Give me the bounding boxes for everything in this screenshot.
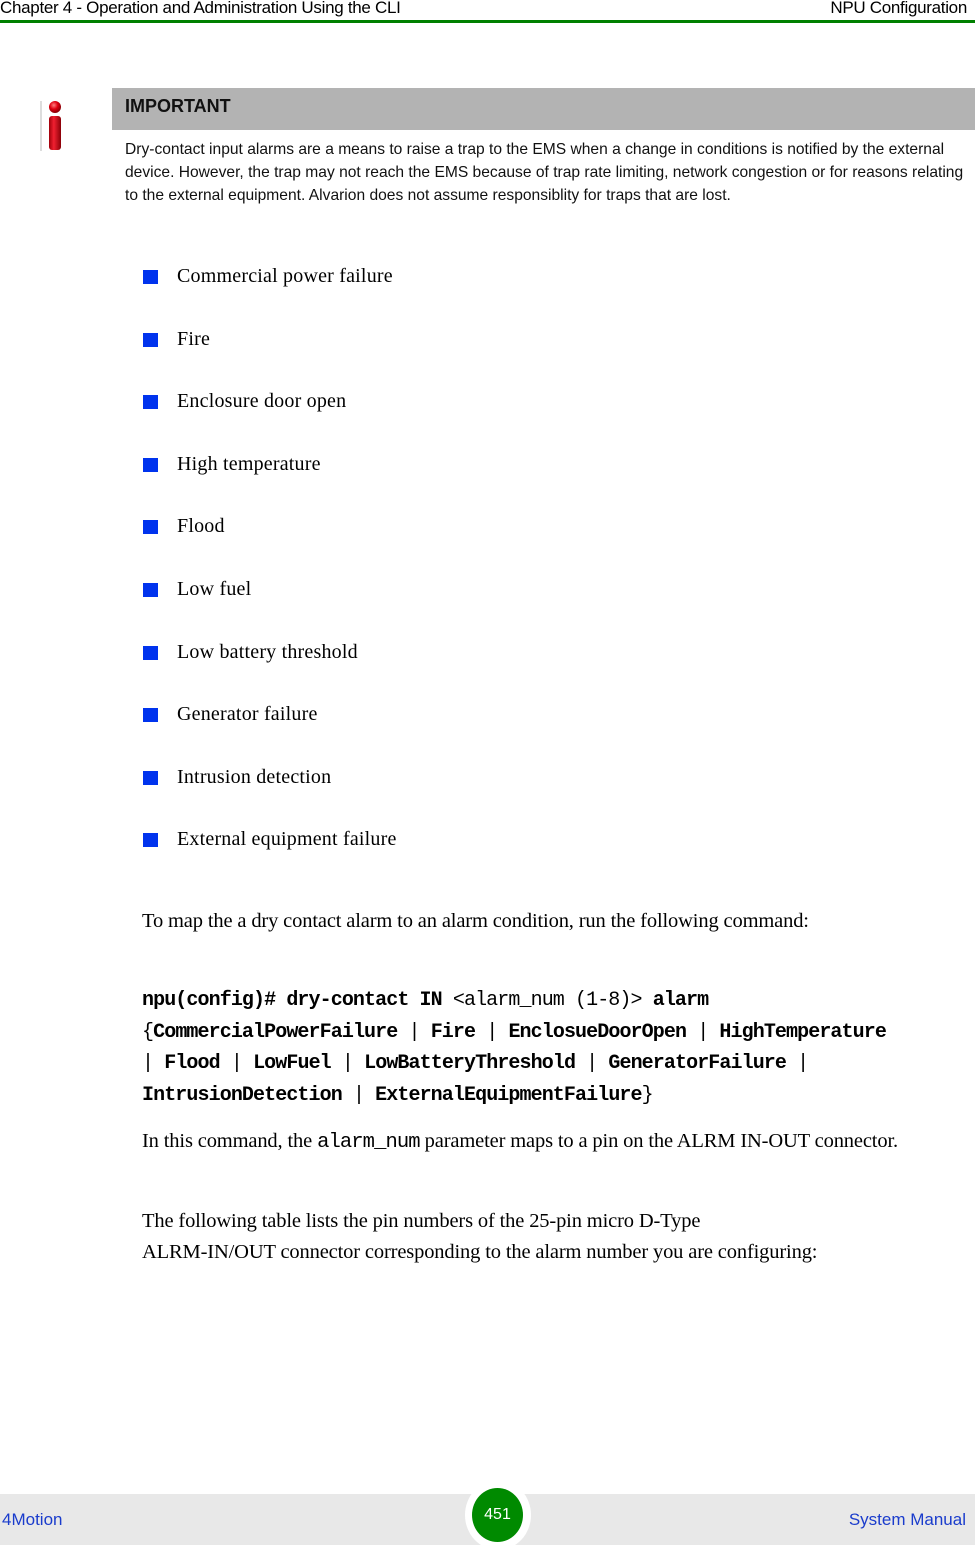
list-item: Intrusion detection xyxy=(142,763,397,826)
separator: | xyxy=(341,1052,354,1075)
list-item-label: Fire xyxy=(177,327,211,350)
command-option: Fire xyxy=(430,1020,476,1044)
bullet-square-icon xyxy=(143,395,158,410)
command-option: LowFuel xyxy=(253,1052,332,1075)
list-item: Fire xyxy=(142,325,397,388)
page-number-badge: 451 xyxy=(472,1488,523,1542)
alarm-condition-list: Commercial power failure Fire Enclosure … xyxy=(142,262,397,888)
separator: | xyxy=(586,1052,598,1075)
list-item-label: Low fuel xyxy=(177,577,252,600)
info-icon xyxy=(40,101,62,153)
command-option: EnclosueDoorOpen xyxy=(508,1020,687,1044)
bullet-square-icon xyxy=(143,457,158,472)
separator: | xyxy=(142,1052,154,1075)
page-header: Chapter 4 - Operation and Administration… xyxy=(0,0,975,23)
list-item: Enclosure door open xyxy=(142,387,397,450)
param-text-before: In this command, the xyxy=(142,1130,318,1152)
bullet-square-icon xyxy=(143,645,158,660)
list-item: Generator failure xyxy=(142,700,397,763)
document-title: System Manual xyxy=(848,1510,966,1529)
intro-paragraph: To map the a dry contact alarm to an ala… xyxy=(142,910,809,932)
list-item: Low battery threshold xyxy=(142,638,397,701)
important-note-header: IMPORTANT xyxy=(112,88,975,130)
bullet-square-icon xyxy=(143,833,158,848)
list-item-label: External equipment failure xyxy=(177,828,397,851)
separator: | xyxy=(797,1052,809,1075)
bullet-square-icon xyxy=(143,520,158,535)
list-item: External equipment failure xyxy=(142,825,397,888)
list-item: Commercial power failure xyxy=(142,262,397,325)
table-intro-line: The following table lists the pin number… xyxy=(142,1210,701,1232)
separator: | xyxy=(408,1020,420,1044)
important-note-body: Dry-contact input alarms are a means to … xyxy=(125,141,964,204)
list-item: Flood xyxy=(142,512,397,575)
list-item-label: High temperature xyxy=(177,452,321,475)
bullet-square-icon xyxy=(143,708,158,723)
important-note-title: IMPORTANT xyxy=(125,96,231,116)
bullet-square-icon xyxy=(143,332,158,347)
brace-close: } xyxy=(641,1083,654,1107)
table-intro-line: ALRM-IN/OUT connector corresponding to t… xyxy=(142,1241,818,1263)
param-text-after: parameter maps to a pin on the ALRM IN-O… xyxy=(419,1130,898,1152)
list-item-label: Generator failure xyxy=(177,703,318,726)
separator: | xyxy=(230,1052,243,1075)
list-item-label: Flood xyxy=(177,515,225,538)
list-item-label: Commercial power failure xyxy=(177,265,393,287)
list-item: High temperature xyxy=(142,450,397,513)
separator: | xyxy=(697,1020,709,1044)
command-option: Flood xyxy=(164,1052,220,1075)
command-option: IntrusionDetection xyxy=(142,1083,343,1107)
command-param: <alarm_num (1-8)> xyxy=(452,989,643,1012)
chapter-title: Chapter 4 - Operation and Administration… xyxy=(0,0,401,17)
bullet-square-icon xyxy=(143,770,158,785)
page-footer: 4Motion 451 System Manual xyxy=(0,1480,975,1550)
command-option: HighTemperature xyxy=(719,1020,886,1044)
bullet-square-icon xyxy=(143,270,158,284)
command-option: ExternalEquipmentFailure xyxy=(375,1083,642,1107)
list-item-label: Intrusion detection xyxy=(177,765,332,788)
product-name: 4Motion xyxy=(2,1510,63,1529)
command-option: CommercialPowerFailure xyxy=(153,1020,398,1044)
command-prefix: npu(config)# dry-contact IN xyxy=(142,989,443,1012)
command-syntax: npu(config)# dry-contact IN <alarm_num (… xyxy=(142,985,975,1111)
param-code: alarm_num xyxy=(317,1131,421,1154)
command-option: LowBatteryThreshold xyxy=(364,1052,576,1075)
list-item-label: Enclosure door open xyxy=(177,390,347,413)
section-title: NPU Configuration xyxy=(830,0,967,17)
table-intro-paragraph: The following table lists the pin number… xyxy=(142,1206,975,1268)
separator: | xyxy=(352,1083,365,1107)
brace-open: { xyxy=(142,1020,154,1044)
command-keyword: alarm xyxy=(652,989,709,1012)
param-paragraph: In this command, the alarm_num parameter… xyxy=(142,1126,975,1158)
separator: | xyxy=(486,1020,498,1044)
command-option: GeneratorFailure xyxy=(608,1052,787,1075)
list-item-label: Low battery threshold xyxy=(177,640,358,663)
bullet-square-icon xyxy=(143,582,158,597)
list-item: Low fuel xyxy=(142,575,397,638)
